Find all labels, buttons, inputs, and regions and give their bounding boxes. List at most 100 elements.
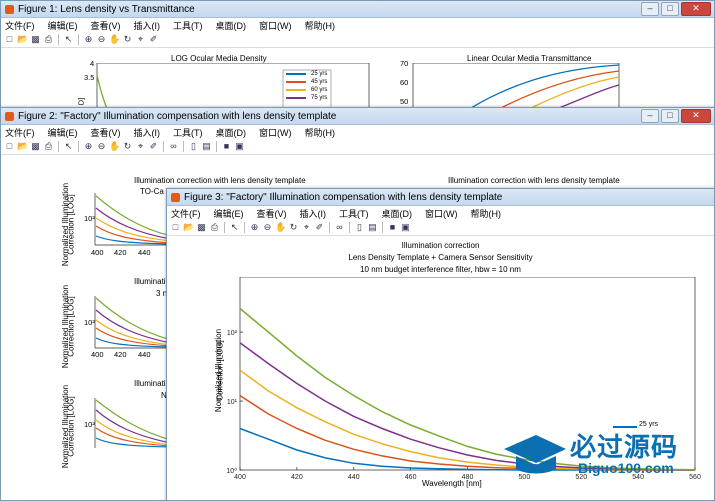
rotate-icon[interactable]: ↻ — [122, 34, 133, 45]
menu-view[interactable]: 查看(V) — [257, 207, 287, 220]
menu-help[interactable]: 帮助(H) — [471, 207, 502, 220]
pointer-icon[interactable]: ↖ — [63, 34, 74, 45]
fig1-right-ytick: 60 — [400, 78, 409, 87]
pan-icon[interactable]: ✋ — [109, 141, 120, 152]
fig1-right-ytick: 50 — [400, 97, 409, 106]
link-icon[interactable]: ∞ — [334, 222, 345, 233]
menu-desktop[interactable]: 桌面(D) — [216, 126, 247, 139]
fig2-ylabel-2: Correction [LOG] — [66, 396, 76, 457]
fig1-ylabel-fragment: D] — [76, 97, 86, 106]
link-icon[interactable]: ∞ — [168, 141, 179, 152]
zoom-out-icon[interactable]: ⊖ — [262, 222, 273, 233]
fig3-title-line1: Illumination correction — [401, 241, 480, 250]
menu-window[interactable]: 窗口(W) — [259, 126, 292, 139]
show-plot-tools-icon[interactable]: ▣ — [400, 222, 411, 233]
figure1-titlebar[interactable]: Figure 1: Lens density vs Transmittance … — [1, 1, 714, 18]
pointer-icon[interactable]: ↖ — [63, 141, 74, 152]
data-cursor-icon[interactable]: ⌖ — [135, 34, 146, 45]
new-icon[interactable]: □ — [170, 222, 181, 233]
figure1-menubar: 文件(F) 编辑(E) 查看(V) 插入(I) 工具(T) 桌面(D) 窗口(W… — [1, 18, 714, 32]
brush-icon[interactable]: ✐ — [314, 222, 325, 233]
x-tick-label: 460 — [405, 474, 417, 481]
brush-icon[interactable]: ✐ — [148, 141, 159, 152]
legend-icon[interactable]: ▤ — [201, 141, 212, 152]
colorbar-icon[interactable]: ▯ — [354, 222, 365, 233]
menu-view[interactable]: 查看(V) — [91, 19, 121, 32]
toolbar-separator — [163, 141, 164, 152]
fig2-xtick: 420 — [114, 350, 127, 359]
figure2-menubar: 文件(F) 编辑(E) 查看(V) 插入(I) 工具(T) 桌面(D) 窗口(W… — [1, 125, 714, 139]
pan-icon[interactable]: ✋ — [109, 34, 120, 45]
menu-edit[interactable]: 编辑(E) — [48, 126, 78, 139]
brush-icon[interactable]: ✐ — [148, 34, 159, 45]
menu-insert[interactable]: 插入(I) — [134, 19, 161, 32]
print-icon[interactable]: ⎙ — [43, 141, 54, 152]
print-icon[interactable]: ⎙ — [209, 222, 220, 233]
zoom-out-icon[interactable]: ⊖ — [96, 34, 107, 45]
fig2-ylabel-2: Correction [LOG] — [66, 296, 76, 357]
open-icon[interactable]: 📂 — [183, 222, 194, 233]
fig2-ytick: 10² — [84, 214, 95, 223]
menu-tools[interactable]: 工具(T) — [173, 126, 203, 139]
matlab-icon — [171, 192, 180, 202]
figure2-title: Figure 2: "Factory" Illumination compens… — [18, 110, 337, 122]
maximize-button[interactable]: □ — [661, 2, 679, 16]
menu-edit[interactable]: 编辑(E) — [214, 207, 244, 220]
fig2-xtick: 440 — [138, 248, 151, 257]
print-icon[interactable]: ⎙ — [43, 34, 54, 45]
fig3-title-line2: Lens Density Template + Camera Sensor Se… — [348, 253, 533, 262]
x-tick-label: 400 — [234, 474, 246, 481]
zoom-in-icon[interactable]: ⊕ — [83, 34, 94, 45]
menu-window[interactable]: 窗口(W) — [259, 19, 292, 32]
menu-file[interactable]: 文件(F) — [171, 207, 201, 220]
menu-help[interactable]: 帮助(H) — [305, 19, 336, 32]
fig1-legend-60: 60 yrs — [311, 87, 328, 93]
zoom-out-icon[interactable]: ⊖ — [96, 141, 107, 152]
minimize-button[interactable]: – — [641, 2, 659, 16]
save-icon[interactable]: ▩ — [30, 34, 41, 45]
legend-icon[interactable]: ▤ — [367, 222, 378, 233]
new-icon[interactable]: □ — [4, 34, 15, 45]
menu-edit[interactable]: 编辑(E) — [48, 19, 78, 32]
save-icon[interactable]: ▩ — [30, 141, 41, 152]
menu-help[interactable]: 帮助(H) — [305, 126, 336, 139]
data-cursor-icon[interactable]: ⌖ — [301, 222, 312, 233]
colorbar-icon[interactable]: ▯ — [188, 141, 199, 152]
minimize-button[interactable]: – — [641, 109, 659, 123]
zoom-in-icon[interactable]: ⊕ — [83, 141, 94, 152]
pan-icon[interactable]: ✋ — [275, 222, 286, 233]
maximize-button[interactable]: □ — [661, 109, 679, 123]
figure2-titlebar[interactable]: Figure 2: "Factory" Illumination compens… — [1, 108, 714, 125]
new-icon[interactable]: □ — [4, 141, 15, 152]
pointer-icon[interactable]: ↖ — [229, 222, 240, 233]
data-cursor-icon[interactable]: ⌖ — [135, 141, 146, 152]
open-icon[interactable]: 📂 — [17, 141, 28, 152]
menu-insert[interactable]: 插入(I) — [300, 207, 327, 220]
zoom-in-icon[interactable]: ⊕ — [249, 222, 260, 233]
menu-view[interactable]: 查看(V) — [91, 126, 121, 139]
menu-desktop[interactable]: 桌面(D) — [216, 19, 247, 32]
open-icon[interactable]: 📂 — [17, 34, 28, 45]
menu-file[interactable]: 文件(F) — [5, 126, 35, 139]
save-icon[interactable]: ▩ — [196, 222, 207, 233]
fig1-legend-25: 25 yrs — [311, 71, 328, 77]
rotate-icon[interactable]: ↻ — [122, 141, 133, 152]
menu-window[interactable]: 窗口(W) — [425, 207, 458, 220]
menu-tools[interactable]: 工具(T) — [339, 207, 369, 220]
rotate-icon[interactable]: ↻ — [288, 222, 299, 233]
show-plot-tools-icon[interactable]: ▣ — [234, 141, 245, 152]
close-button[interactable]: ✕ — [681, 2, 711, 16]
menu-tools[interactable]: 工具(T) — [173, 19, 203, 32]
menu-insert[interactable]: 插入(I) — [134, 126, 161, 139]
menu-desktop[interactable]: 桌面(D) — [382, 207, 413, 220]
close-button[interactable]: ✕ — [681, 109, 711, 123]
figure3-titlebar[interactable]: Figure 3: "Factory" Illumination compens… — [167, 189, 714, 206]
hide-plot-tools-icon[interactable]: ■ — [221, 141, 232, 152]
fig1-plots — [96, 63, 620, 109]
figure2-toolbar: □ 📂 ▩ ⎙ ↖ ⊕ ⊖ ✋ ↻ ⌖ ✐ ∞ ▯ ▤ ■ ▣ — [1, 139, 714, 155]
menu-file[interactable]: 文件(F) — [5, 19, 35, 32]
hide-plot-tools-icon[interactable]: ■ — [387, 222, 398, 233]
figure3-title: Figure 3: "Factory" Illumination compens… — [184, 191, 503, 203]
figure1-window[interactable]: Figure 1: Lens density vs Transmittance … — [0, 0, 715, 110]
toolbar-separator — [58, 141, 59, 152]
